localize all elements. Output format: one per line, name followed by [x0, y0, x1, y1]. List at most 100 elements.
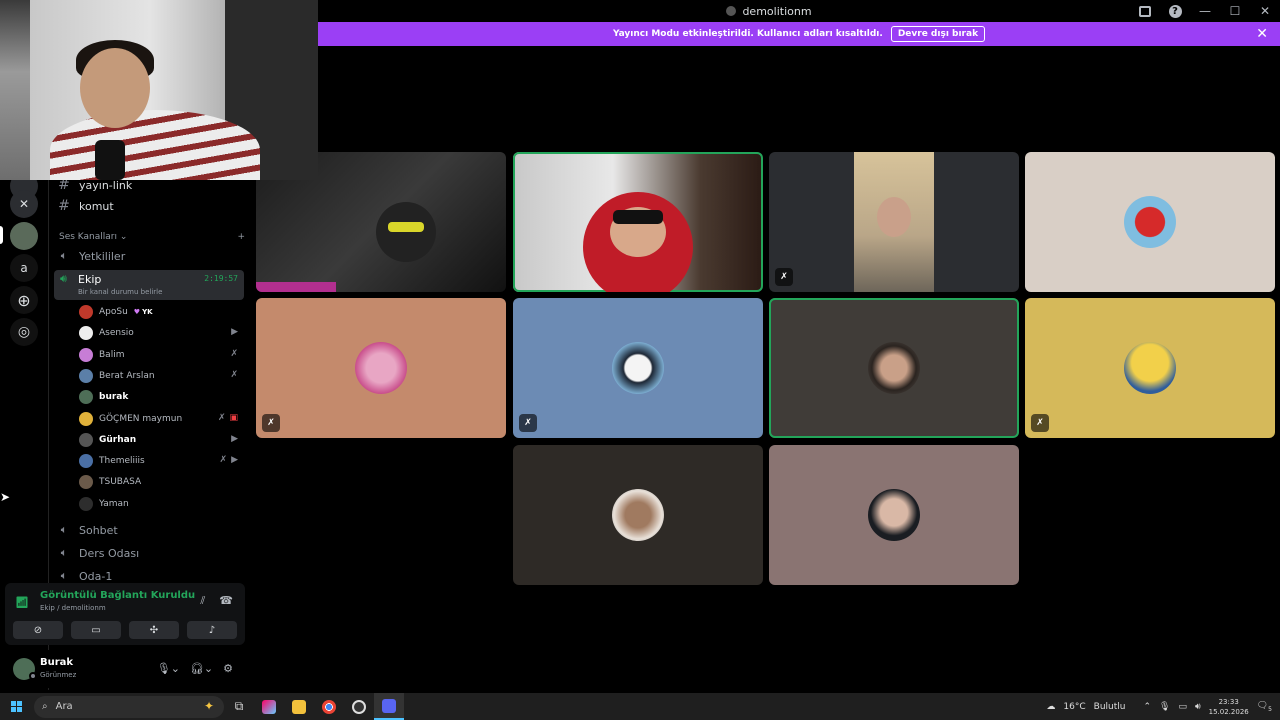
voice-member[interactable]: Themeliiis ✗ ▶ [79, 451, 244, 471]
search-highlight-icon: ✦ [203, 698, 214, 713]
volume-icon[interactable]: 🔊︎ [1195, 702, 1201, 712]
connection-status: Görüntülü Bağlantı Kuruldu [40, 590, 196, 601]
voice-member[interactable]: TSUBASA [79, 472, 244, 492]
voice-member[interactable]: burak [79, 387, 244, 407]
video-tile[interactable] [513, 445, 763, 585]
video-tile[interactable] [769, 445, 1019, 585]
username[interactable]: Burak [40, 657, 73, 668]
discover-icon[interactable]: ◎ [10, 318, 38, 346]
role-badge: ♥ YK [134, 308, 153, 316]
video-tile[interactable] [1025, 152, 1275, 292]
video-tile[interactable]: ✗ [769, 152, 1019, 292]
voice-member[interactable]: Yaman [79, 494, 244, 514]
close-button[interactable]: ✕ [1250, 0, 1280, 22]
voice-channel-sohbet[interactable]: 🔈︎ Sohbet [57, 520, 118, 540]
avatar [79, 390, 93, 405]
minimize-button[interactable]: — [1190, 0, 1220, 22]
disable-streamer-mode-button[interactable]: Devre dışı bırak [890, 26, 986, 42]
headphones-icon[interactable]: 🎧︎⌄ [190, 662, 213, 675]
video-tile-speaking[interactable] [513, 152, 763, 292]
microphone-tray-icon[interactable]: 🎙︎ [1159, 702, 1170, 712]
avatar [79, 347, 93, 362]
avatar [868, 342, 920, 394]
help-icon[interactable]: ? [1160, 0, 1190, 22]
server-icon-a[interactable]: a [10, 254, 38, 282]
clock[interactable]: 23:33 15.02.2026 [1209, 697, 1249, 717]
banner-close-icon[interactable]: ✕ [1256, 26, 1268, 42]
muted-icon: ✗ [219, 455, 228, 466]
weather-temp[interactable]: 16°C [1063, 702, 1085, 712]
chrome-icon[interactable] [314, 693, 344, 720]
video-tile[interactable]: ✗ [256, 298, 506, 438]
avatar [612, 489, 664, 541]
avatar [79, 411, 93, 426]
voice-member[interactable]: Berat Arslan ✗ [79, 366, 244, 386]
member-name: Themeliiis [99, 456, 145, 467]
member-name: Yaman [99, 498, 129, 509]
channel-status[interactable]: Bir kanal durumu belirle [78, 288, 162, 296]
connection-channel[interactable]: Ekip / demolitionm [40, 604, 106, 612]
camera-icon: ▶ [231, 455, 238, 466]
voice-channel-yetkililer[interactable]: 🔈︎ Yetkililer [57, 246, 126, 266]
member-name: Gürhan [99, 434, 137, 445]
member-name: burak [99, 392, 129, 403]
screen-share-button[interactable]: ▭ [71, 621, 121, 639]
gear-icon[interactable]: ⚙ [223, 662, 233, 675]
noise-suppression-icon[interactable]: ⫽ [200, 594, 205, 608]
member-name: TSUBASA [99, 477, 142, 488]
inbox-icon[interactable] [1130, 0, 1160, 22]
microphone-icon[interactable]: 🎙︎⌄ [157, 662, 180, 675]
avatar [79, 432, 93, 447]
user-status: Görünmez [40, 671, 77, 679]
text-channel-komut[interactable]: # komut [57, 196, 114, 216]
member-name: GÖÇMEN maymun [99, 413, 183, 424]
file-explorer-icon[interactable] [284, 693, 314, 720]
banner-text: Yayıncı Modu etkinleştirildi. Kullanıcı … [612, 29, 883, 39]
status-indicators: ✗ [230, 370, 238, 380]
activities-button[interactable]: ✣ [129, 621, 179, 639]
server-icon-tools[interactable]: ✕ [10, 190, 38, 218]
voice-channel-ders-odasi[interactable]: 🔈︎ Ders Odası [57, 543, 139, 563]
camera-toggle-button[interactable]: ⊘ [13, 621, 63, 639]
notification-icon[interactable]: 🗨︎5 [1257, 701, 1272, 713]
task-view-icon[interactable]: ⧉ [224, 693, 254, 720]
channel-label: Ders Odası [79, 546, 140, 560]
discord-app: demolitionm ? — ☐ ✕ Yayıncı Modu etkinle… [0, 0, 1280, 720]
video-tile-speaking[interactable] [769, 298, 1019, 438]
voice-member[interactable]: Balim ✗ [79, 345, 244, 365]
disconnect-icon[interactable]: ☎︎ [219, 594, 233, 608]
taskbar-search[interactable]: ⌕ Ara ✦ [34, 695, 224, 718]
mouse-cursor: ➤ [0, 490, 11, 504]
obs-icon[interactable] [344, 693, 374, 720]
avatar [868, 489, 920, 541]
network-icon[interactable]: ▭ [1178, 702, 1187, 712]
selected-server-pill [0, 226, 3, 244]
weather-text[interactable]: Bulutlu [1094, 702, 1126, 712]
status-indicators: ✗ ▣ [218, 413, 238, 423]
video-tile[interactable]: ✗ [1025, 298, 1275, 438]
voice-member[interactable]: GÖÇMEN maymun ✗ ▣ [79, 409, 244, 429]
weather-icon[interactable]: ☁ [1046, 702, 1055, 712]
muted-icon: ✗ [262, 414, 280, 432]
discord-icon[interactable] [374, 693, 404, 720]
voice-member[interactable]: Asensio ▶ [79, 323, 244, 343]
chevron-up-icon[interactable]: ⌃ [1143, 702, 1151, 712]
user-panel: Burak Görünmez 🎙︎⌄ 🎧︎⌄ ⚙ [5, 650, 245, 688]
avatar [1124, 196, 1176, 248]
voice-category[interactable]: Ses Kanalları ⌄ + [59, 232, 245, 242]
voice-channel-ekip[interactable]: 🔊︎ Ekip Bir kanal durumu belirle 2:19:57 [54, 270, 244, 300]
copilot-icon[interactable] [254, 693, 284, 720]
signal-icon[interactable]: 📶︎ [13, 593, 31, 611]
status-indicators: ▶ [231, 434, 238, 444]
muted-icon: ✗ [230, 369, 238, 380]
soundboard-button[interactable]: ♪ [187, 621, 237, 639]
maximize-button[interactable]: ☐ [1220, 0, 1250, 22]
voice-member[interactable]: Gürhan ▶ [79, 430, 244, 450]
channel-label: yayın-link [79, 178, 133, 192]
voice-member[interactable]: ApoSu ♥ YK [79, 302, 244, 322]
add-server-icon[interactable]: ⊕ [10, 286, 38, 314]
server-icon-current[interactable] [10, 222, 38, 250]
start-button[interactable] [0, 693, 32, 720]
add-channel-icon[interactable]: + [237, 232, 245, 242]
video-tile[interactable]: ✗ [513, 298, 763, 438]
